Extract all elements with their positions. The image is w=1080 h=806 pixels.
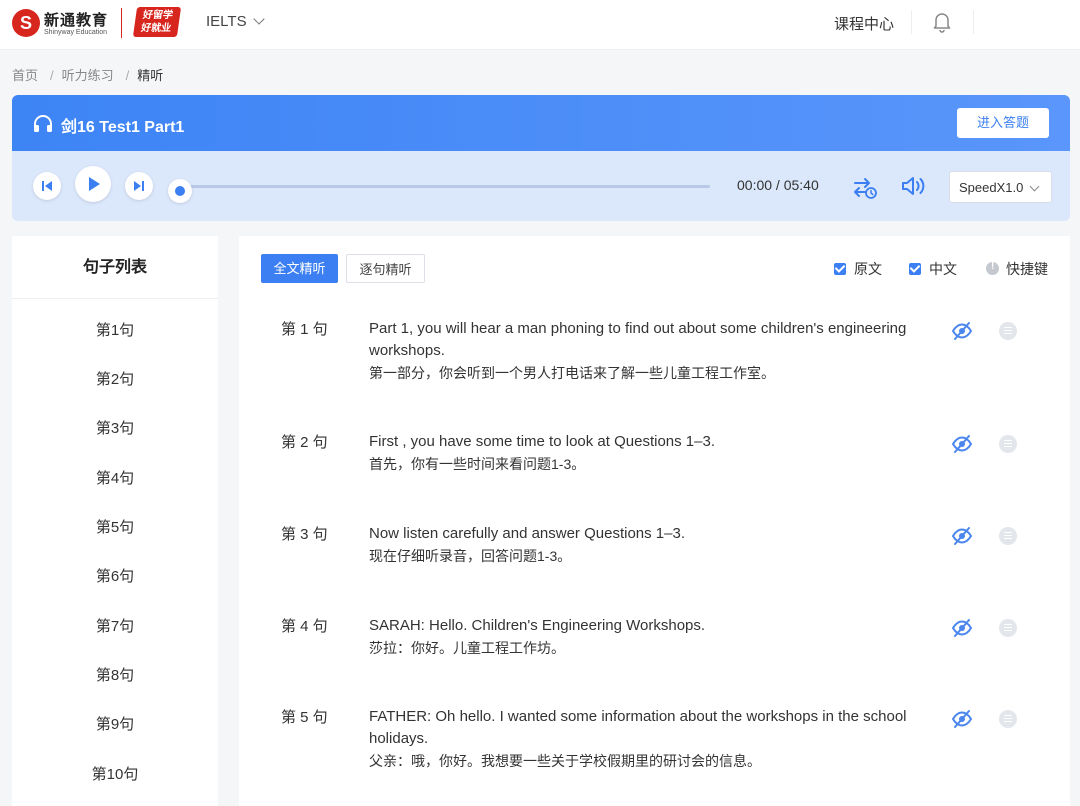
sentence-number: 第 3 句 xyxy=(281,526,328,543)
notes-icon[interactable] xyxy=(999,322,1017,340)
headphones-icon xyxy=(34,115,52,132)
exam-selector[interactable]: IELTS xyxy=(206,13,265,30)
play-button[interactable] xyxy=(75,166,111,202)
sentence-list-item[interactable]: 第6句 xyxy=(12,565,218,586)
sentence-list-item[interactable]: 第1句 xyxy=(12,319,218,340)
sentence-list-item[interactable]: 第3句 xyxy=(12,417,218,438)
notes-icon[interactable] xyxy=(999,435,1017,453)
sentence-english: First , you have some time to look at Qu… xyxy=(369,433,715,450)
hide-text-icon[interactable] xyxy=(951,525,973,547)
brand-name[interactable]: 新通教育 xyxy=(44,9,108,30)
sentence-list-item[interactable]: 第9句 xyxy=(12,713,218,734)
breadcrumb-home[interactable]: 首页 xyxy=(12,68,38,83)
breadcrumb-listening[interactable]: 听力练习 xyxy=(62,68,114,83)
sentence-list-panel: 句子列表 第1句 第2句 第3句 第4句 第5句 第6句 第7句 第8句 第9句… xyxy=(12,236,218,806)
previous-button[interactable] xyxy=(33,172,61,200)
chevron-down-icon xyxy=(252,13,265,25)
sentence-chinese: 莎拉：你好。儿童工程工作坊。 xyxy=(369,640,565,656)
transcript-panel: 全文精听 逐句精听 原文 中文 快捷键 第 1 句 Part 1, you wi… xyxy=(239,236,1070,806)
info-icon xyxy=(986,261,999,275)
sentence-text: SARAH: Hello. Children's Engineering Wor… xyxy=(369,615,929,659)
speed-select[interactable]: SpeedX1.0 xyxy=(949,171,1052,203)
sentence-list-item[interactable]: 第4句 xyxy=(12,467,218,488)
sentence-text: Now listen carefully and answer Question… xyxy=(369,523,929,567)
hide-text-icon[interactable] xyxy=(951,708,973,730)
tab-sentence-listening[interactable]: 逐句精听 xyxy=(346,254,425,283)
checkbox-checked-icon xyxy=(834,263,846,275)
skip-next-icon xyxy=(134,181,144,191)
breadcrumb-current: 精听 xyxy=(137,68,164,83)
current-time: 00:00 xyxy=(737,177,773,193)
repeat-icon[interactable] xyxy=(852,174,878,200)
original-text-label: 原文 xyxy=(854,261,882,277)
shortcut-keys-label: 快捷键 xyxy=(1006,261,1048,277)
progress-bar[interactable] xyxy=(188,185,710,188)
sentence-list-item[interactable]: 第2句 xyxy=(12,368,218,389)
brand-subtitle: Shinyway Education xyxy=(44,29,108,36)
breadcrumb-separator: / xyxy=(125,68,130,83)
player-header: 剑16 Test1 Part1 进入答题 xyxy=(12,95,1070,151)
brand-logo-icon[interactable]: S xyxy=(12,9,40,37)
progress-handle[interactable] xyxy=(168,179,192,203)
sentence-text: Part 1, you will hear a man phoning to f… xyxy=(369,318,929,384)
notes-icon[interactable] xyxy=(999,710,1017,728)
sentence-list-item[interactable]: 第8句 xyxy=(12,664,218,685)
logo-divider xyxy=(121,8,122,38)
bell-icon[interactable] xyxy=(932,11,952,33)
skip-previous-icon xyxy=(42,181,52,191)
total-time: 05:40 xyxy=(783,177,819,193)
sentence-english: Part 1, you will hear a man phoning to f… xyxy=(369,320,907,359)
chevron-down-icon xyxy=(1029,181,1040,192)
hide-text-icon[interactable] xyxy=(951,320,973,342)
sentence-chinese: 第一部分，你会听到一个男人打电话来了解一些儿童工程工作室。 xyxy=(369,365,775,381)
original-text-checkbox[interactable]: 原文 xyxy=(834,259,882,279)
sentence-chinese: 现在仔细听录音，回答问题1-3。 xyxy=(369,548,572,564)
course-center-link[interactable]: 课程中心 xyxy=(834,13,894,34)
chinese-text-checkbox[interactable]: 中文 xyxy=(909,259,957,279)
checkbox-checked-icon xyxy=(909,263,921,275)
sentence-list-title: 句子列表 xyxy=(12,236,218,299)
topbar-divider xyxy=(911,10,912,34)
sentence-list-item[interactable]: 第5句 xyxy=(12,516,218,537)
hide-text-icon[interactable] xyxy=(951,433,973,455)
breadcrumb-separator: / xyxy=(50,68,54,83)
volume-icon[interactable] xyxy=(900,174,928,198)
sentence-english: FATHER: Oh hello. I wanted some informat… xyxy=(369,708,907,747)
breadcrumb: 首页 / 听力练习 / 精听 xyxy=(12,65,167,84)
shortcut-keys[interactable]: 快捷键 xyxy=(986,259,1048,279)
chinese-text-label: 中文 xyxy=(929,261,957,277)
sentence-chinese: 父亲：哦，你好。我想要一些关于学校假期里的研讨会的信息。 xyxy=(369,753,761,769)
next-button[interactable] xyxy=(125,172,153,200)
sentence-number: 第 5 句 xyxy=(281,709,328,726)
sentence-english: SARAH: Hello. Children's Engineering Wor… xyxy=(369,617,706,634)
slogan-badge: 好留学 好就业 xyxy=(132,7,182,37)
sentence-english: Now listen carefully and answer Question… xyxy=(369,525,685,542)
sentence-list-item[interactable]: 第7句 xyxy=(12,615,218,636)
play-icon xyxy=(89,177,100,191)
tab-full-listening[interactable]: 全文精听 xyxy=(261,254,338,283)
player-title: 剑16 Test1 Part1 xyxy=(61,119,185,136)
enter-answer-button[interactable]: 进入答题 xyxy=(957,108,1049,138)
notes-icon[interactable] xyxy=(999,527,1017,545)
hide-text-icon[interactable] xyxy=(951,617,973,639)
time-display: 00:00 / 05:40 xyxy=(737,177,819,193)
sentence-chinese: 首先，你有一些时间来看问题1-3。 xyxy=(369,456,586,472)
sentence-number: 第 1 句 xyxy=(281,321,328,338)
sentence-number: 第 4 句 xyxy=(281,618,328,635)
slogan-line-1: 好留学 xyxy=(142,10,174,21)
topbar-divider xyxy=(973,10,974,34)
sentence-number: 第 2 句 xyxy=(281,434,328,451)
slogan-line-2: 好就业 xyxy=(140,23,172,34)
sentence-list-item[interactable]: 第10句 xyxy=(12,763,218,784)
sentence-text: First , you have some time to look at Qu… xyxy=(369,431,929,475)
notes-icon[interactable] xyxy=(999,619,1017,637)
sentence-text: FATHER: Oh hello. I wanted some informat… xyxy=(369,706,929,772)
audio-player: 剑16 Test1 Part1 进入答题 00:00 / 05:40 Speed… xyxy=(12,95,1070,221)
top-bar: S 新通教育 Shinyway Education 好留学 好就业 IELTS … xyxy=(0,0,1080,50)
exam-selector-label: IELTS xyxy=(206,13,247,30)
speed-select-value: SpeedX1.0 xyxy=(959,180,1024,195)
